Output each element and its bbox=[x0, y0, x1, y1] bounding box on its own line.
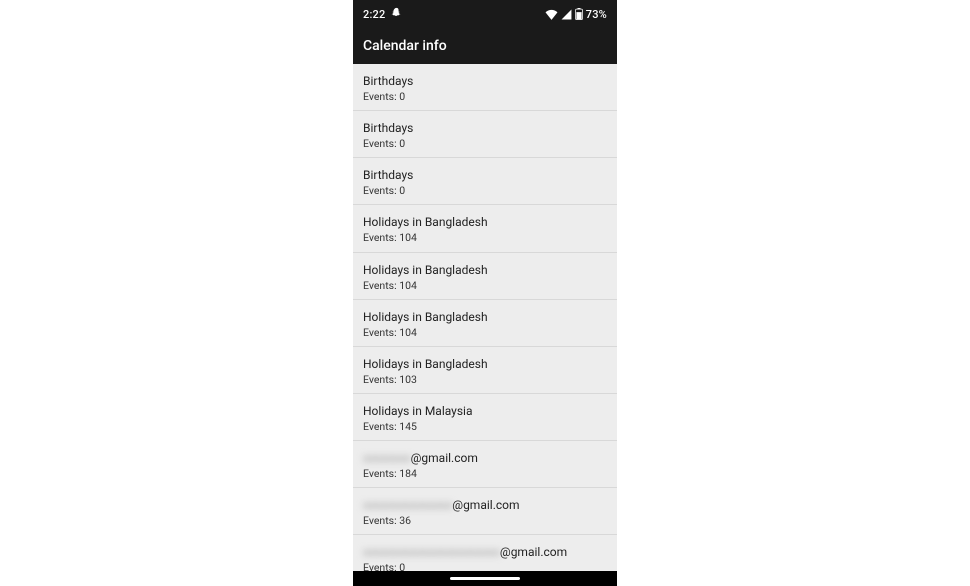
redacted-text: xxxxxxxxxxxxxxxxxxxxxxx bbox=[363, 545, 500, 560]
list-item[interactable]: BirthdaysEvents: 0 bbox=[353, 111, 617, 158]
list-item[interactable]: xxxxxxxxxxxxxxx@gmail.comEvents: 36 bbox=[353, 488, 617, 535]
list-item[interactable]: Holidays in BangladeshEvents: 104 bbox=[353, 205, 617, 252]
calendar-event-count: Events: 184 bbox=[363, 467, 607, 480]
calendar-event-count: Events: 36 bbox=[363, 514, 607, 527]
list-item[interactable]: BirthdaysEvents: 0 bbox=[353, 158, 617, 205]
calendar-event-count: Events: 104 bbox=[363, 231, 607, 244]
calendar-name: xxxxxxxxxxxxxxx@gmail.com bbox=[363, 498, 520, 513]
phone-frame: 2:22 bbox=[353, 0, 617, 586]
cell-signal-icon bbox=[561, 9, 572, 20]
calendar-event-count: Events: 104 bbox=[363, 279, 607, 292]
calendar-event-count: Events: 0 bbox=[363, 137, 607, 150]
calendar-event-count: Events: 0 bbox=[363, 90, 607, 103]
wifi-icon bbox=[545, 9, 558, 20]
calendar-name: Holidays in Bangladesh bbox=[363, 215, 488, 230]
snapchat-icon bbox=[391, 7, 402, 21]
calendar-name: Birthdays bbox=[363, 74, 413, 89]
calendar-event-count: Events: 145 bbox=[363, 420, 607, 433]
app-bar: Calendar info bbox=[353, 28, 617, 64]
calendar-name: Holidays in Bangladesh bbox=[363, 310, 488, 325]
calendar-name: Birthdays bbox=[363, 168, 413, 183]
status-time: 2:22 bbox=[363, 8, 385, 21]
list-item[interactable]: xxxxxxxx@gmail.comEvents: 184 bbox=[353, 441, 617, 488]
list-item[interactable]: Holidays in BangladeshEvents: 103 bbox=[353, 347, 617, 394]
battery-percentage: 73% bbox=[586, 8, 607, 21]
calendar-name: Birthdays bbox=[363, 121, 413, 136]
status-bar: 2:22 bbox=[353, 0, 617, 28]
calendar-list[interactable]: BirthdaysEvents: 0BirthdaysEvents: 0Birt… bbox=[353, 64, 617, 581]
nav-bar[interactable] bbox=[353, 571, 617, 586]
calendar-event-count: Events: 0 bbox=[363, 184, 607, 197]
calendar-name: xxxxxxxxxxxxxxxxxxxxxxx@gmail.com bbox=[363, 545, 567, 560]
list-item[interactable]: Holidays in MalaysiaEvents: 145 bbox=[353, 394, 617, 441]
calendar-name: Holidays in Malaysia bbox=[363, 404, 473, 419]
calendar-event-count: Events: 104 bbox=[363, 326, 607, 339]
calendar-event-count: Events: 103 bbox=[363, 373, 607, 386]
calendar-name: xxxxxxxx@gmail.com bbox=[363, 451, 478, 466]
list-item[interactable]: Holidays in BangladeshEvents: 104 bbox=[353, 253, 617, 300]
page-title: Calendar info bbox=[363, 38, 447, 54]
battery-icon bbox=[575, 8, 583, 20]
calendar-name: Holidays in Bangladesh bbox=[363, 357, 488, 372]
calendar-name: Holidays in Bangladesh bbox=[363, 263, 488, 278]
redacted-text: xxxxxxxxxxxxxxx bbox=[363, 498, 452, 513]
redacted-text: xxxxxxxx bbox=[363, 451, 411, 466]
list-item[interactable]: BirthdaysEvents: 0 bbox=[353, 64, 617, 111]
list-item[interactable]: Holidays in BangladeshEvents: 104 bbox=[353, 300, 617, 347]
home-indicator[interactable] bbox=[450, 577, 520, 580]
